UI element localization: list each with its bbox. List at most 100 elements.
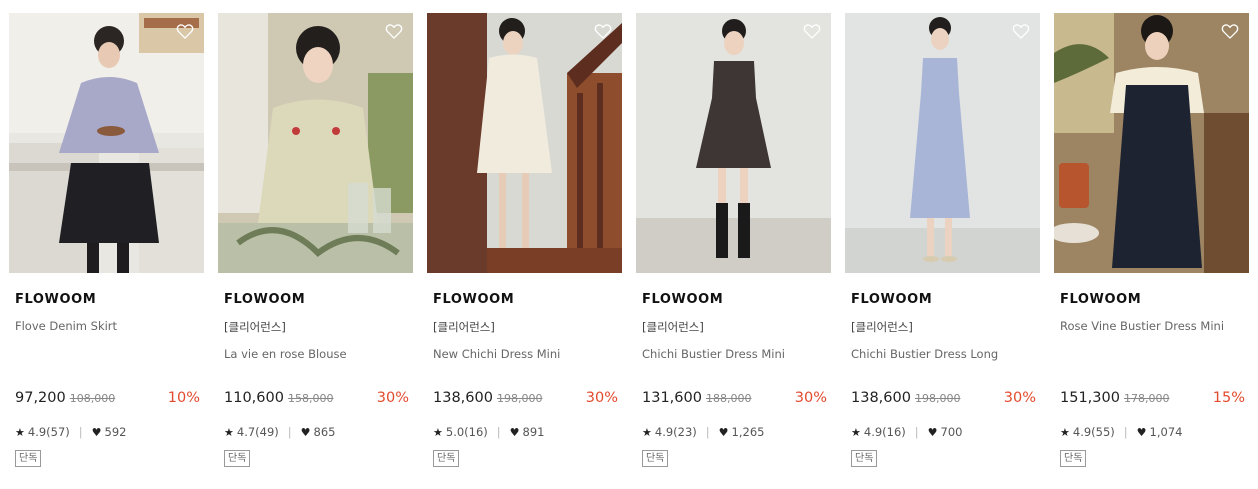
- divider: |: [496, 425, 501, 439]
- clearance-tag: [클리어런스]: [433, 320, 495, 334]
- product-name[interactable]: New Chichi Dress Mini: [433, 347, 560, 361]
- product-image[interactable]: [845, 13, 1040, 273]
- rating: 4.7(49): [236, 425, 279, 439]
- rating: 4.9(16): [863, 425, 906, 439]
- like-count: 865: [313, 425, 336, 439]
- heart-outline-icon[interactable]: [175, 21, 195, 41]
- product-image[interactable]: [218, 13, 413, 273]
- original-price: 178,000: [1123, 392, 1170, 405]
- original-price: 108,000: [69, 392, 116, 405]
- star-icon: ★: [15, 425, 25, 439]
- heart-filled-icon: ♥: [1136, 425, 1147, 439]
- divider: |: [914, 425, 919, 439]
- product-stats: ★ 4.9(23) | ♥ 1,265: [642, 425, 764, 439]
- divider: |: [705, 425, 710, 439]
- like-count: 1,074: [1149, 425, 1183, 439]
- heart-filled-icon: ♥: [718, 425, 729, 439]
- product-name[interactable]: Chichi Bustier Dress Mini: [642, 347, 785, 361]
- heart-filled-icon: ♥: [927, 425, 938, 439]
- discount-rate: 10%: [167, 390, 200, 406]
- divider: |: [1123, 425, 1128, 439]
- product-card[interactable]: FLOWOOM [클리어런스] Chichi Bustier Dress Min…: [636, 13, 831, 483]
- brand-name[interactable]: FLOWOOM: [15, 292, 96, 307]
- original-price: 198,000: [496, 392, 543, 405]
- brand-name[interactable]: FLOWOOM: [224, 292, 305, 307]
- product-card[interactable]: FLOWOOM Rose Vine Bustier Dress Mini 151…: [1054, 13, 1249, 483]
- heart-outline-icon[interactable]: [1220, 21, 1240, 41]
- brand-name[interactable]: FLOWOOM: [642, 292, 723, 307]
- product-photo-studio-blue-dress: [845, 13, 1040, 273]
- original-price: 188,000: [705, 392, 752, 405]
- product-stats: ★ 4.9(55) | ♥ 1,074: [1060, 425, 1182, 439]
- product-image[interactable]: [636, 13, 831, 273]
- product-card[interactable]: FLOWOOM [클리어런스] La vie en rose Blouse 11…: [218, 13, 413, 483]
- price: 138,600 198,000: [851, 390, 960, 406]
- price: 131,600 188,000: [642, 390, 751, 406]
- product-card[interactable]: FLOWOOM [클리어런스] New Chichi Dress Mini 13…: [427, 13, 622, 483]
- sale-price: 138,600: [851, 390, 911, 406]
- product-card[interactable]: FLOWOOM [클리어런스] Chichi Bustier Dress Lon…: [845, 13, 1040, 483]
- product-photo-studio-dark-dress: [636, 13, 831, 273]
- product-stats: ★ 5.0(16) | ♥ 891: [433, 425, 544, 439]
- heart-outline-icon[interactable]: [1011, 21, 1031, 41]
- original-price: 158,000: [287, 392, 334, 405]
- product-image[interactable]: [9, 13, 204, 273]
- discount-rate: 30%: [376, 390, 409, 406]
- like-count: 891: [522, 425, 545, 439]
- product-image[interactable]: [1054, 13, 1249, 273]
- exclusive-badge: 단독: [224, 450, 251, 467]
- heart-outline-icon[interactable]: [593, 21, 613, 41]
- brand-name[interactable]: FLOWOOM: [851, 292, 932, 307]
- product-photo-kitchen: [9, 13, 204, 273]
- product-stats: ★ 4.7(49) | ♥ 865: [224, 425, 335, 439]
- star-icon: ★: [1060, 425, 1070, 439]
- brand-name[interactable]: FLOWOOM: [1060, 292, 1141, 307]
- brand-name[interactable]: FLOWOOM: [433, 292, 514, 307]
- product-name[interactable]: Rose Vine Bustier Dress Mini: [1060, 319, 1224, 333]
- price: 138,600 198,000: [433, 390, 542, 406]
- divider: |: [78, 425, 83, 439]
- discount-rate: 30%: [1003, 390, 1036, 406]
- like-count: 700: [940, 425, 963, 439]
- rating: 4.9(55): [1072, 425, 1115, 439]
- sale-price: 151,300: [1060, 390, 1120, 406]
- product-name[interactable]: La vie en rose Blouse: [224, 347, 347, 361]
- product-name[interactable]: Flove Denim Skirt: [15, 319, 117, 333]
- clearance-tag: [클리어런스]: [224, 320, 286, 334]
- price: 97,200 108,000: [15, 390, 115, 406]
- product-photo-staircase: [427, 13, 622, 273]
- sale-price: 97,200: [15, 390, 66, 406]
- clearance-tag: [클리어런스]: [851, 320, 913, 334]
- heart-outline-icon[interactable]: [384, 21, 404, 41]
- heart-filled-icon: ♥: [300, 425, 311, 439]
- divider: |: [287, 425, 292, 439]
- heart-filled-icon: ♥: [91, 425, 102, 439]
- star-icon: ★: [224, 425, 234, 439]
- heart-filled-icon: ♥: [509, 425, 520, 439]
- rating: 4.9(23): [654, 425, 697, 439]
- star-icon: ★: [433, 425, 443, 439]
- product-name[interactable]: Chichi Bustier Dress Long: [851, 347, 998, 361]
- sale-price: 138,600: [433, 390, 493, 406]
- heart-outline-icon[interactable]: [802, 21, 822, 41]
- exclusive-badge: 단독: [851, 450, 878, 467]
- exclusive-badge: 단독: [1060, 450, 1087, 467]
- rating: 4.9(57): [27, 425, 70, 439]
- sale-price: 110,600: [224, 390, 284, 406]
- like-count: 592: [104, 425, 127, 439]
- clearance-tag: [클리어런스]: [642, 320, 704, 334]
- exclusive-badge: 단독: [15, 450, 42, 467]
- product-stats: ★ 4.9(57) | ♥ 592: [15, 425, 126, 439]
- discount-rate: 30%: [585, 390, 618, 406]
- product-photo-cafe: [1054, 13, 1249, 273]
- product-image[interactable]: [427, 13, 622, 273]
- discount-rate: 30%: [794, 390, 827, 406]
- product-grid: FLOWOOM Flove Denim Skirt 97,200 108,000 …: [9, 13, 1254, 483]
- sale-price: 131,600: [642, 390, 702, 406]
- discount-rate: 15%: [1212, 390, 1245, 406]
- rating: 5.0(16): [445, 425, 488, 439]
- product-stats: ★ 4.9(16) | ♥ 700: [851, 425, 962, 439]
- star-icon: ★: [851, 425, 861, 439]
- product-card[interactable]: FLOWOOM Flove Denim Skirt 97,200 108,000 …: [9, 13, 204, 483]
- product-photo-table: [218, 13, 413, 273]
